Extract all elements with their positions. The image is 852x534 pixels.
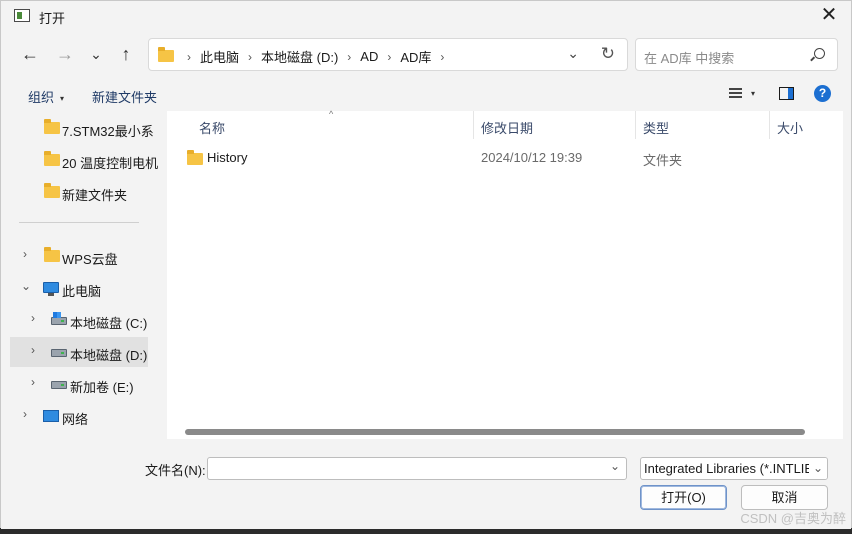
sidebar-item-label: 20 温度控制电机: [62, 156, 159, 171]
chevron-down-icon[interactable]: ⌄: [610, 459, 620, 473]
divider: [19, 222, 139, 223]
folder-icon: [44, 151, 60, 166]
sidebar-item-new-folder[interactable]: 新建文件夹: [10, 177, 148, 207]
breadcrumb-drive-d[interactable]: 本地磁盘 (D:): [261, 47, 338, 66]
breadcrumb-separator[interactable]: ›: [440, 50, 444, 64]
view-options-icon[interactable]: [729, 88, 742, 100]
up-button[interactable]: ↑: [114, 43, 138, 67]
folder-icon: [44, 119, 60, 134]
search-icon[interactable]: [814, 48, 825, 59]
folder-icon: [44, 183, 60, 198]
drive-icon: [51, 349, 67, 357]
breadcrumb: › 此电脑 › 本地磁盘 (D:) › AD › AD库 ›: [187, 47, 453, 66]
column-divider[interactable]: [769, 111, 770, 139]
refresh-icon[interactable]: ↻: [601, 44, 615, 64]
new-folder-button[interactable]: 新建文件夹: [92, 87, 157, 106]
window-title: 打开: [39, 11, 66, 26]
title-bar: 打开 ✕: [1, 1, 851, 31]
search-placeholder: 在 AD库 中搜索: [644, 51, 735, 66]
chevron-right-icon[interactable]: ›: [31, 375, 35, 389]
sidebar-item-drive-e[interactable]: › 新加卷 (E:): [10, 369, 148, 399]
dialog-footer: 文件名(N): ⌄ Integrated Libraries (*.INTLIB…: [1, 441, 851, 529]
address-bar[interactable]: › 此电脑 › 本地磁盘 (D:) › AD › AD库 › ⌄ ↻: [148, 38, 628, 71]
sidebar-item-stm32[interactable]: 7.STM32最小系: [10, 113, 154, 143]
sidebar-item-label: 本地磁盘 (C:): [70, 316, 148, 331]
cancel-button[interactable]: 取消: [741, 485, 828, 510]
column-header-type[interactable]: 类型: [643, 118, 669, 137]
sidebar-item-label: 新建文件夹: [62, 188, 128, 203]
chevron-down-icon[interactable]: ⌄: [21, 279, 31, 293]
file-modified: 2024/10/12 19:39: [481, 150, 583, 165]
horizontal-scrollbar[interactable]: [185, 429, 805, 435]
breadcrumb-separator[interactable]: ›: [387, 50, 391, 64]
chevron-down-icon[interactable]: ▾: [751, 89, 755, 98]
breadcrumb-ad[interactable]: AD: [360, 49, 378, 64]
folder-icon: [158, 47, 174, 62]
file-list: ^ 名称 修改日期 类型 大小 History 2024/10/12 19:39…: [167, 109, 843, 439]
column-divider[interactable]: [635, 111, 636, 139]
drive-icon: [51, 381, 67, 389]
organize-label: 组织: [28, 90, 55, 105]
organize-button[interactable]: 组织 ▾: [28, 87, 64, 106]
sidebar-item-label: 本地磁盘 (D:): [70, 348, 148, 363]
sidebar-item-label: 7.STM32最小系: [62, 124, 154, 139]
sidebar-item-label: 新加卷 (E:): [70, 380, 134, 395]
help-icon[interactable]: ?: [814, 85, 831, 102]
sidebar-item-drive-c[interactable]: › 本地磁盘 (C:): [10, 305, 148, 335]
column-header-size[interactable]: 大小: [777, 118, 803, 137]
open-file-dialog: 打开 ✕ ← → ⌄ ↑ › 此电脑 › 本地磁盘 (D:) › AD › AD…: [0, 0, 852, 529]
breadcrumb-separator: ›: [187, 49, 191, 64]
address-history-dropdown[interactable]: ⌄: [567, 45, 579, 62]
file-name: History: [207, 150, 248, 165]
filename-label: 文件名(N):: [145, 463, 206, 478]
sidebar-item-wps-cloud[interactable]: › WPS云盘: [10, 241, 148, 271]
app-icon: [14, 9, 30, 22]
filename-field[interactable]: ⌄: [207, 457, 627, 480]
chevron-right-icon[interactable]: ›: [31, 343, 35, 357]
preview-pane-icon[interactable]: [779, 87, 794, 100]
column-divider[interactable]: [473, 111, 474, 139]
breadcrumb-separator[interactable]: ›: [347, 50, 351, 64]
close-button[interactable]: ✕: [807, 1, 851, 31]
sidebar-item-drive-d[interactable]: › 本地磁盘 (D:): [10, 337, 148, 367]
open-button[interactable]: 打开(O): [640, 485, 727, 510]
sidebar-item-network[interactable]: › 网络: [10, 401, 148, 431]
folder-icon: [44, 247, 60, 262]
sort-arrow-icon: ^: [329, 109, 334, 119]
file-type-filter: Integrated Libraries (*.INTLIB): [644, 461, 818, 476]
chevron-right-icon[interactable]: ›: [31, 311, 35, 325]
pc-icon: [43, 282, 59, 296]
recent-locations-button[interactable]: ⌄: [84, 43, 108, 67]
column-header-modified[interactable]: 修改日期: [481, 118, 533, 137]
sidebar-item-temperature[interactable]: 20 温度控制电机: [10, 145, 158, 175]
drive-icon: [51, 312, 67, 325]
sidebar-item-label: 此电脑: [62, 284, 102, 299]
chevron-right-icon[interactable]: ›: [23, 407, 27, 421]
file-type: 文件夹: [643, 153, 683, 168]
sidebar-item-label: 网络: [62, 412, 89, 427]
command-bar: 组织 ▾ 新建文件夹 ▾ ?: [1, 79, 851, 111]
sidebar-item-label: WPS云盘: [62, 252, 118, 267]
navigation-row: ← → ⌄ ↑ › 此电脑 › 本地磁盘 (D:) › AD › AD库 › ⌄…: [1, 33, 851, 77]
breadcrumb-this-pc[interactable]: 此电脑: [200, 47, 239, 66]
watermark: CSDN @吉奥为醉: [740, 511, 846, 526]
network-icon: [43, 410, 59, 422]
chevron-down-icon: ▾: [60, 94, 65, 104]
breadcrumb-separator[interactable]: ›: [248, 50, 252, 64]
column-header-name[interactable]: 名称: [199, 118, 225, 137]
folder-icon: [187, 150, 203, 165]
navigation-pane: 7.STM32最小系 20 温度控制电机 新建文件夹 › WPS云盘 ⌄ 此电脑…: [10, 111, 161, 439]
chevron-right-icon[interactable]: ›: [23, 247, 27, 261]
search-input[interactable]: 在 AD库 中搜索: [635, 38, 838, 71]
back-button[interactable]: ←: [18, 43, 42, 67]
file-type-select[interactable]: Integrated Libraries (*.INTLIB) ⌄: [640, 457, 828, 480]
list-item[interactable]: History 2024/10/12 19:39 文件夹: [167, 145, 843, 169]
sidebar-item-this-pc[interactable]: ⌄ 此电脑: [10, 273, 148, 303]
breadcrumb-ad-lib[interactable]: AD库: [400, 47, 431, 66]
forward-button[interactable]: →: [53, 43, 77, 67]
chevron-down-icon[interactable]: ⌄: [809, 458, 827, 479]
